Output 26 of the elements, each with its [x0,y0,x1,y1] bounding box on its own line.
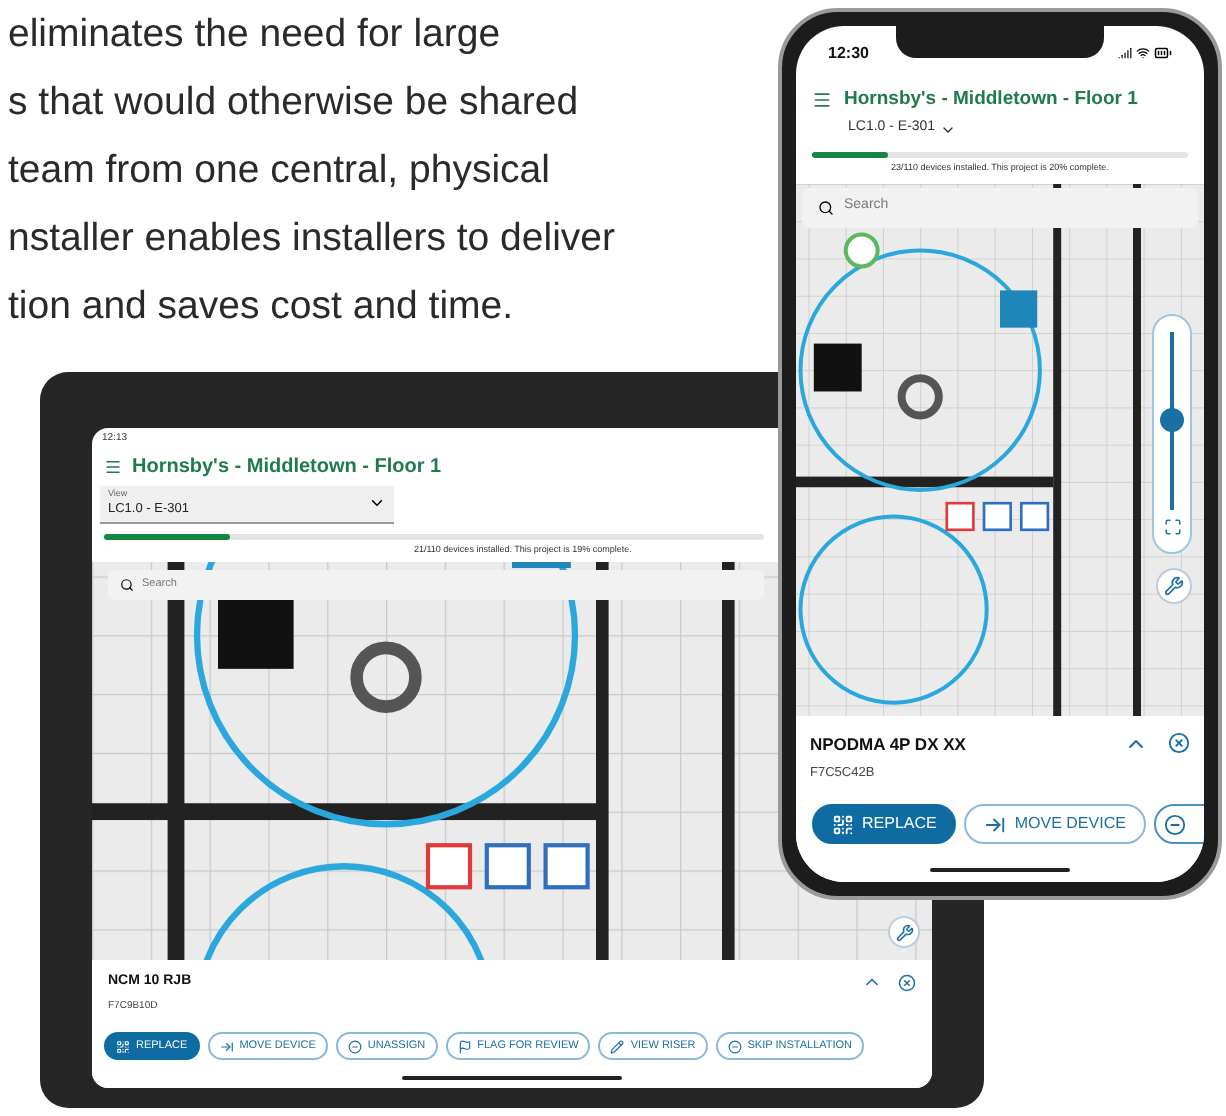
battery-icon [1154,44,1172,62]
wifi-icon [1136,46,1150,60]
flag-icon [457,1039,472,1053]
app-title: Hornsby's - Middletown - Floor 1 [844,86,1138,114]
wrench-icon [895,923,913,941]
intro-paragraph: eliminates the need for large s that would otherwise be shared team from one central, physical nstaller enables installers to deliver tion and saves cost and time. [6,10,615,332]
search-icon [120,577,134,592]
close-icon[interactable] [898,973,916,991]
arrow-to-line-icon [984,813,1007,835]
status-time: 12:30 [828,41,869,65]
menu-icon[interactable] [812,90,832,111]
minus-circle-icon [347,1039,362,1053]
minus-circle-icon [1163,813,1186,835]
action-button[interactable]: MOVE DEVICE [964,804,1146,844]
qr-code-icon [832,813,854,835]
action-button[interactable]: REPLACE [812,804,957,844]
qr-code-icon [116,1039,130,1053]
device-name: NPODMA 4P DX XX [810,731,966,757]
minus-circle-icon [727,1039,742,1053]
menu-icon[interactable] [104,457,122,475]
arrow-to-line-icon [219,1039,234,1053]
app-title: Hornsby's - Middletown - Floor 1 [132,453,442,481]
home-indicator [930,868,1070,872]
close-icon[interactable] [1168,732,1190,754]
signal-icon [1118,46,1132,60]
pencil-icon [610,1039,625,1053]
